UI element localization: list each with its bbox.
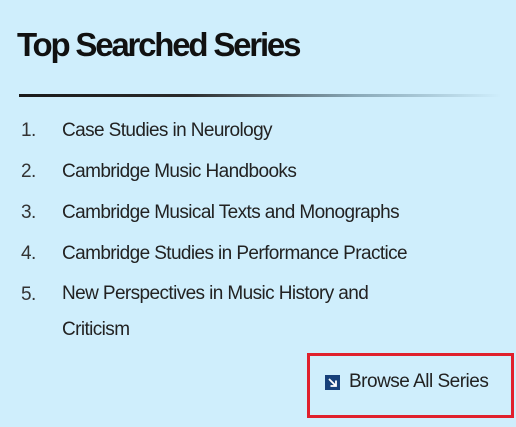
series-list: 1. Case Studies in Neurology 2. Cambridg… bbox=[0, 110, 422, 348]
series-link-cambridge-musical-texts[interactable]: Cambridge Musical Texts and Monographs bbox=[62, 192, 422, 233]
browse-all-series-label: Browse All Series bbox=[349, 371, 489, 392]
browse-all-series-link[interactable]: Browse All Series bbox=[325, 371, 489, 393]
list-item: 4. Cambridge Studies in Performance Prac… bbox=[0, 233, 422, 274]
series-link-cambridge-studies-performance[interactable]: Cambridge Studies in Performance Practic… bbox=[62, 233, 422, 274]
list-item: 1. Case Studies in Neurology bbox=[0, 110, 422, 151]
series-link-case-studies-in-neurology[interactable]: Case Studies in Neurology bbox=[62, 110, 422, 151]
list-item-number: 3. bbox=[21, 202, 36, 223]
list-item-number: 5. bbox=[21, 284, 36, 305]
title-divider bbox=[19, 94, 501, 97]
list-item-number: 4. bbox=[21, 243, 36, 264]
list-item: 5. New Perspectives in Music History and… bbox=[0, 274, 422, 348]
panel-title: Top Searched Series bbox=[17, 26, 301, 63]
arrow-down-right-icon bbox=[325, 374, 340, 390]
series-link-new-perspectives-music-history[interactable]: New Perspectives in Music History and Cr… bbox=[62, 274, 422, 348]
top-searched-series-panel: Top Searched Series 1. Case Studies in N… bbox=[0, 0, 516, 427]
list-item-number: 2. bbox=[21, 161, 36, 182]
browse-all-highlight: Browse All Series bbox=[307, 353, 514, 418]
list-item: 2. Cambridge Music Handbooks bbox=[0, 151, 422, 192]
series-link-cambridge-music-handbooks[interactable]: Cambridge Music Handbooks bbox=[62, 151, 422, 192]
list-item-number: 1. bbox=[21, 120, 36, 141]
list-item: 3. Cambridge Musical Texts and Monograph… bbox=[0, 192, 422, 233]
